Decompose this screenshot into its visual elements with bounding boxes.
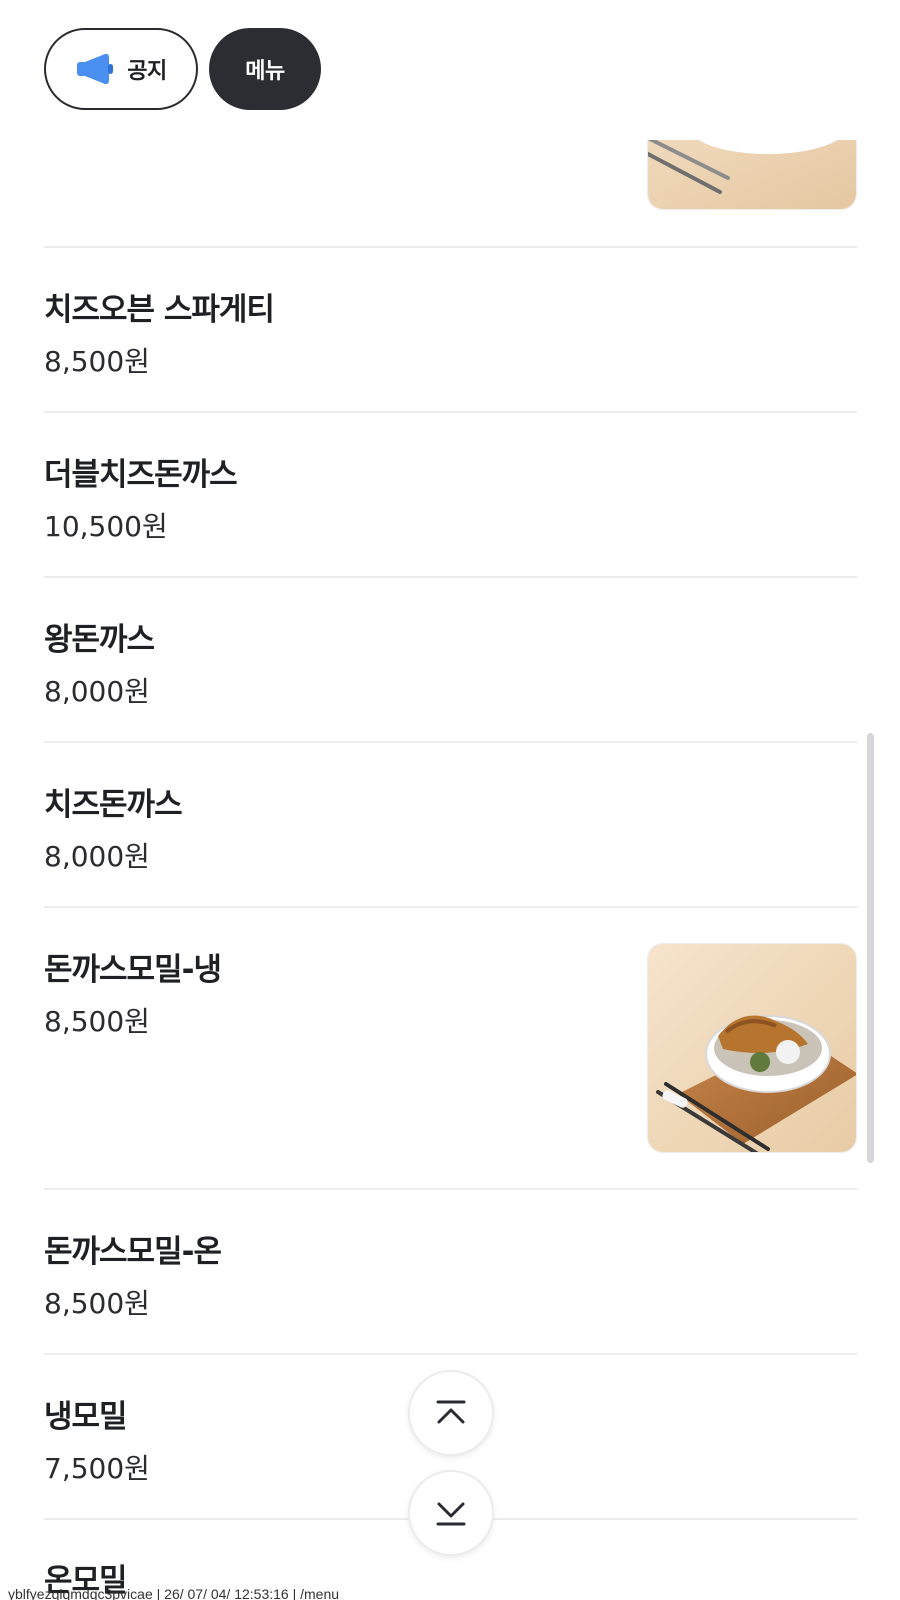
tab-notice[interactable]: 공지: [44, 28, 198, 110]
scroll-to-top-button[interactable]: [408, 1370, 494, 1456]
menu-item-price: 8,500원: [44, 345, 150, 378]
menu-item-name: 치즈돈까스: [44, 787, 183, 823]
scroll-to-bottom-button[interactable]: [408, 1470, 494, 1556]
megaphone-icon: [77, 53, 114, 85]
divider: [44, 576, 857, 578]
menu-item-price: 8,500원: [44, 1005, 150, 1038]
menu-item-price: 10,500원: [44, 510, 168, 543]
chevron-up-to-top-icon: [436, 1400, 466, 1424]
menu-item-name: 치즈오븐 스파게티: [44, 292, 275, 328]
divider: [44, 1353, 857, 1355]
divider: [44, 741, 857, 743]
scrollbar-thumb[interactable]: [867, 733, 874, 1163]
menu-item-name: 더블치즈돈까스: [44, 457, 238, 493]
tab-notice-label: 공지: [127, 59, 167, 84]
menu-item-name: 냉모밀: [44, 1399, 128, 1435]
tab-menu[interactable]: 메뉴: [209, 28, 321, 110]
category-tab-bar: 공지 메뉴: [0, 0, 900, 140]
tab-menu-label: 메뉴: [245, 59, 285, 84]
divider: [44, 1188, 857, 1190]
divider: [44, 906, 857, 908]
menu-item-name: 왕돈까스: [44, 622, 155, 658]
menu-item-price: 8,000원: [44, 840, 150, 873]
menu-item-price: 7,500원: [44, 1452, 150, 1485]
page-info-footer: yblfyezqlqmdqc3pvicae | 26/ 07/ 04/ 12:5…: [8, 1586, 340, 1600]
menu-item-photo[interactable]: [647, 943, 857, 1153]
divider: [44, 411, 857, 413]
menu-item-name: 돈까스모밀-온: [44, 1234, 222, 1270]
menu-item-price: 8,000원: [44, 675, 150, 708]
menu-page: , 치즈오븐 스파게티 8,500원 더블치즈돈까스 10,500원 왕돈까스 …: [0, 0, 900, 1600]
menu-item-name: 돈까스모밀-냉: [44, 952, 222, 988]
divider: [44, 246, 857, 248]
menu-item-price: 8,500원: [44, 1287, 150, 1320]
chevron-down-to-bottom-icon: [436, 1502, 466, 1526]
